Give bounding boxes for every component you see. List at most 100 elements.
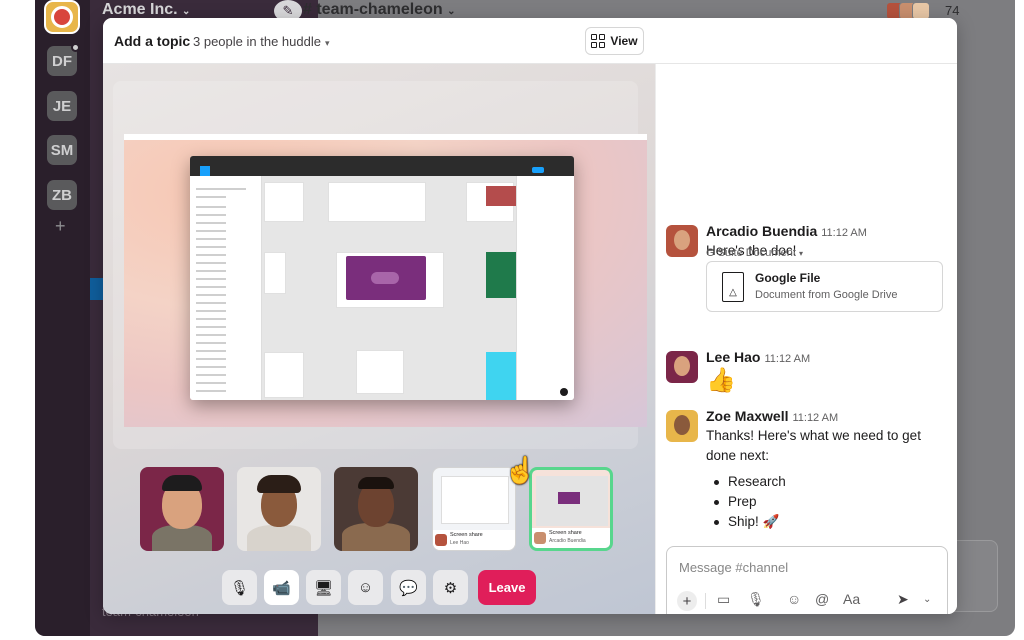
workspace-switcher-df[interactable]: DF <box>47 43 80 76</box>
participant-silhouette <box>247 525 311 551</box>
google-drive-icon: △ <box>722 272 744 302</box>
canvas-frame <box>560 388 568 396</box>
chevron-down-icon: ▾ <box>324 38 330 48</box>
huddle-window: Add a topic 3 people in the huddle ▾ View <box>103 18 957 614</box>
huddle-chat-button[interactable]: 💬 <box>391 570 426 605</box>
video-icon: 📹 <box>272 579 291 597</box>
send-icon[interactable]: ➤ <box>897 591 909 608</box>
message-text: done next: <box>706 448 770 463</box>
toolbar-divider <box>705 593 706 609</box>
reactions-button[interactable]: ☺ <box>348 570 383 605</box>
microphone-icon[interactable]: 🎙 <box>747 591 765 608</box>
chevron-down-icon: ▾ <box>798 249 803 258</box>
list-item: Prep <box>714 492 786 512</box>
participant-hair <box>162 475 202 491</box>
participant-tile[interactable] <box>334 467 418 551</box>
member-count: 74 <box>945 3 960 18</box>
screen-share-tile-active[interactable]: Screen share Arcadio Buendia <box>529 467 613 551</box>
workspace-switcher-je[interactable]: JE <box>47 91 77 121</box>
leave-button[interactable]: Leave <box>478 570 536 605</box>
shared-screen-frame <box>113 81 647 449</box>
list-item: Research <box>714 472 786 492</box>
settings-button[interactable]: ⚙ <box>433 570 468 605</box>
canvas-frame <box>371 272 399 284</box>
participant-hair <box>257 475 301 493</box>
channel-title[interactable]: # team-chameleon ⌄ <box>303 1 455 19</box>
bullet-list: Research Prep Ship! 🚀 <box>714 472 786 532</box>
canvas-frame <box>356 350 404 394</box>
emoji-icon: ☺ <box>357 579 374 596</box>
file-subtitle: Document from Google Drive <box>755 289 898 301</box>
chevron-down-icon: ⌄ <box>447 6 456 17</box>
workspace-name[interactable]: Acme Inc. ⌄ <box>102 1 190 19</box>
message-input[interactable] <box>679 560 929 575</box>
participant-silhouette <box>342 523 410 551</box>
participants-dropdown[interactable]: 3 people in the huddle ▾ <box>193 34 329 49</box>
canvas-frame <box>486 352 516 400</box>
microphone-icon: 🎙 <box>229 579 250 597</box>
grid-view-icon <box>591 34 606 48</box>
avatar[interactable] <box>666 410 698 442</box>
canvas-frame <box>486 252 516 298</box>
properties-panel <box>516 176 574 400</box>
add-topic-button[interactable]: Add a topic <box>114 33 190 49</box>
huddle-chat-pane: Arcadio Buendia 11:12 AM Here's the doc! … <box>655 64 957 614</box>
plus-icon[interactable]: + <box>677 591 697 611</box>
screen-share-label: Screen share Arcadio Buendia <box>532 528 610 548</box>
layers-panel <box>190 176 262 400</box>
workspace-rail: DF JE SM ZB + <box>35 0 90 636</box>
message-composer: + ▭ 🎙 ☺ @ Aa ➤ ⌄ <box>666 546 948 614</box>
workspace-switcher-sm[interactable]: SM <box>47 135 77 165</box>
settings-icon: ⚙ <box>443 579 458 597</box>
canvas-frame <box>328 182 426 222</box>
screen-share-label: Screen share Lee Hao <box>433 530 515 550</box>
list-item: Ship! 🚀 <box>714 512 786 532</box>
avatar-face <box>674 230 690 250</box>
attachment-source[interactable]: G Suite Document ▾ <box>706 247 803 259</box>
avatar[interactable] <box>666 351 698 383</box>
emoji-icon[interactable]: ☺ <box>787 591 801 607</box>
avatar <box>534 532 546 544</box>
participant-tile[interactable] <box>237 467 321 551</box>
avatar[interactable] <box>666 225 698 257</box>
video-clip-icon[interactable]: ▭ <box>717 591 730 608</box>
message-text: Thanks! Here's what we need to get <box>706 428 921 443</box>
desktop-menubar <box>124 134 647 140</box>
microphone-button[interactable]: 🎙 <box>222 570 257 605</box>
huddle-header: Add a topic 3 people in the huddle ▾ View <box>103 18 957 64</box>
avatar <box>435 534 447 546</box>
file-title: Google File <box>755 271 821 285</box>
message-author[interactable]: Lee Hao 11:12 AM <box>706 349 810 365</box>
message-timestamp[interactable]: 11:12 AM <box>821 227 867 239</box>
chat-icon: 💬 <box>399 579 418 597</box>
screen-share-preview <box>558 492 580 504</box>
avatar-face <box>674 356 690 376</box>
chevron-down-icon: ⌄ <box>182 6 191 17</box>
screen-share-preview <box>441 476 509 524</box>
thumbs-up-emoji: 👍 <box>706 367 736 394</box>
design-app-window <box>190 156 574 400</box>
workspace-switcher-zb[interactable]: ZB <box>47 180 77 210</box>
canvas-frame <box>486 186 516 206</box>
message-author[interactable]: Arcadio Buendia 11:12 AM <box>706 223 867 239</box>
shared-screen <box>124 134 647 427</box>
participant-tile[interactable] <box>140 467 224 551</box>
send-options-chevron-icon[interactable]: ⌄ <box>923 594 931 605</box>
mention-icon[interactable]: @ <box>815 591 829 607</box>
video-button[interactable]: 📹 <box>264 570 299 605</box>
notification-dot <box>71 43 80 52</box>
screen-share-icon: 🖥 <box>313 579 334 597</box>
message-author[interactable]: Zoe Maxwell 11:12 AM <box>706 408 838 424</box>
screen-share-button[interactable]: 🖥 <box>306 570 341 605</box>
workspace-logo[interactable] <box>44 0 80 34</box>
avatar-face <box>674 415 690 435</box>
add-workspace-icon[interactable]: + <box>55 216 66 237</box>
canvas-frame <box>264 352 304 398</box>
design-app-toolbar <box>190 156 574 176</box>
message-timestamp[interactable]: 11:12 AM <box>792 412 838 424</box>
participant-hair <box>358 477 394 489</box>
formatting-button[interactable]: Aa <box>843 591 860 607</box>
file-attachment[interactable]: △ Google File Document from Google Drive <box>706 261 943 312</box>
message-timestamp[interactable]: 11:12 AM <box>764 353 810 365</box>
view-button[interactable]: View <box>585 27 644 55</box>
